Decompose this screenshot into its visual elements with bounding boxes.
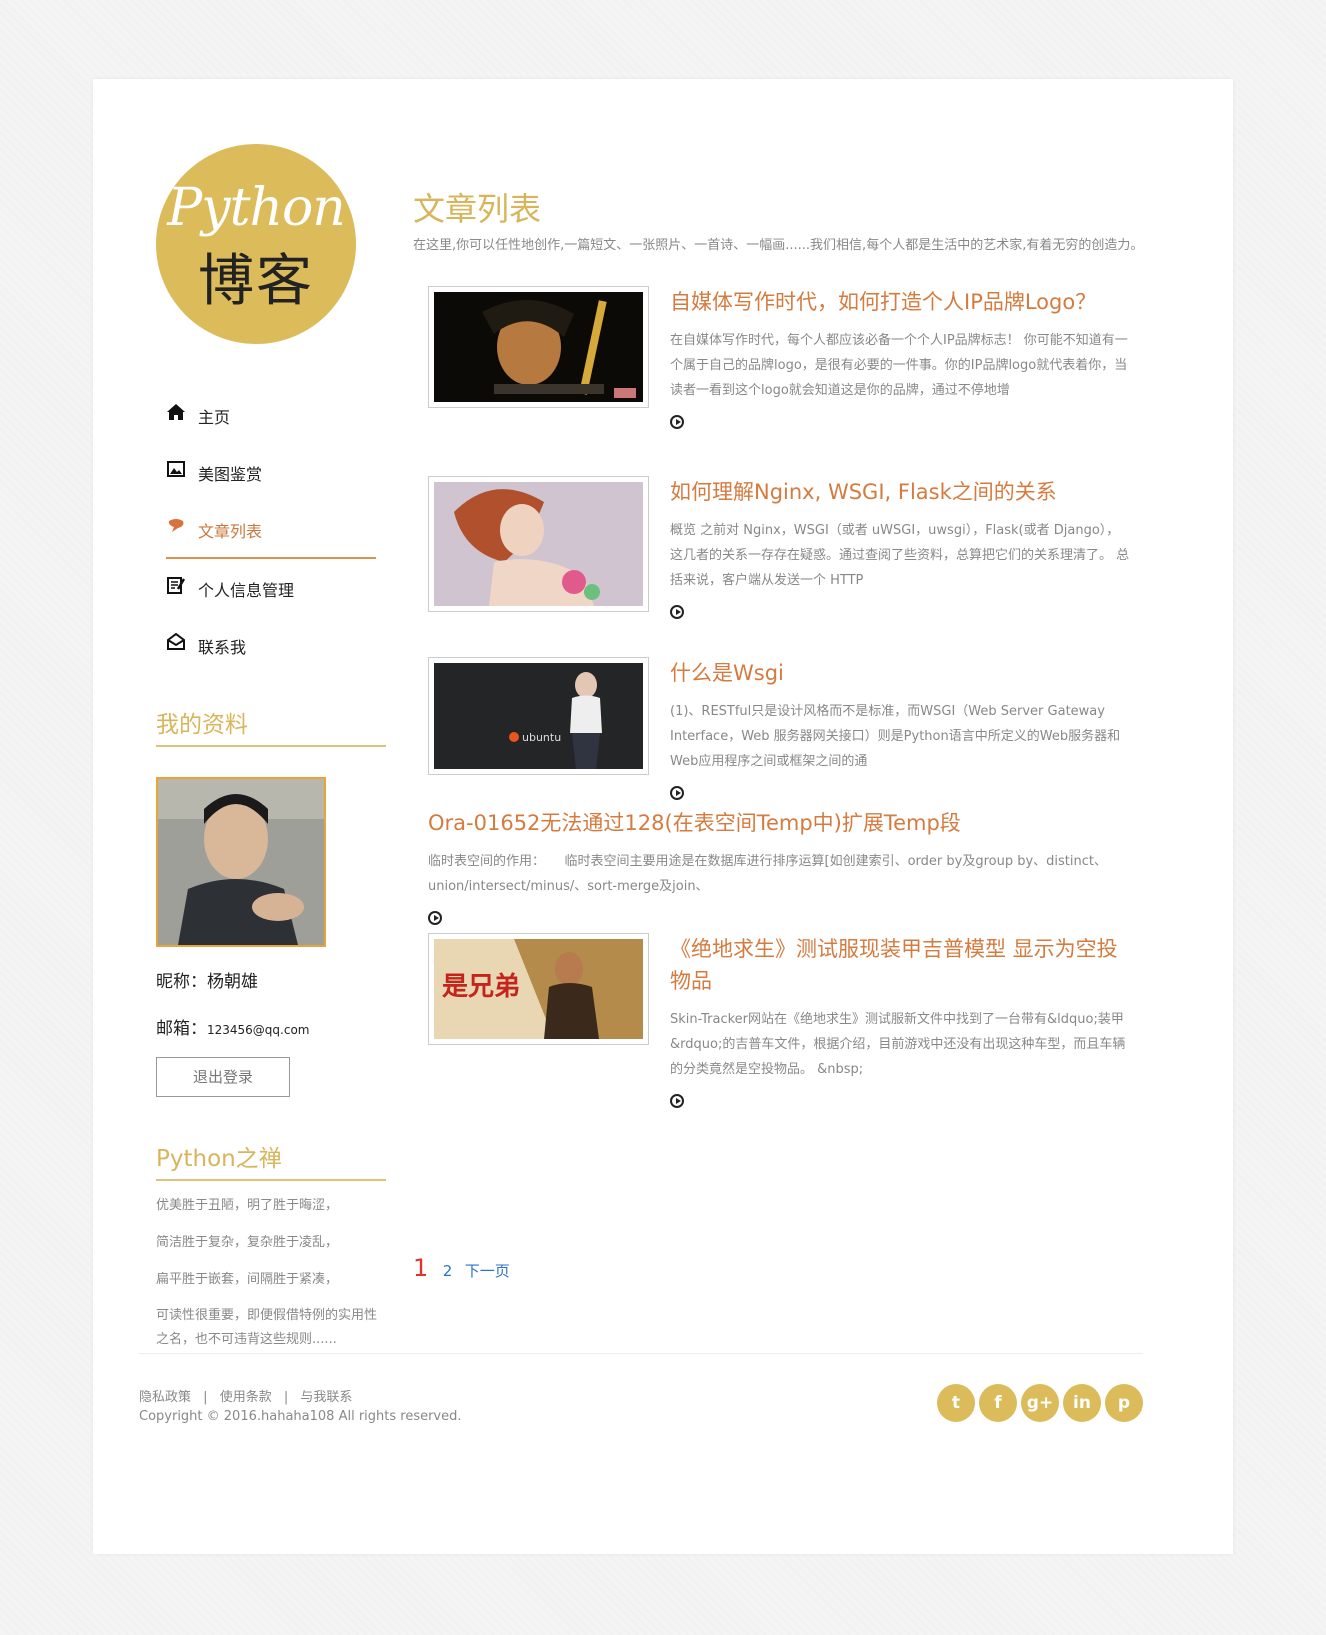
post-excerpt: Skin-Tracker网站在《绝地求生》测试服新文件中找到了一台带有&ldqu… — [670, 1012, 1126, 1077]
read-more-icon[interactable] — [670, 786, 684, 800]
post-image — [434, 292, 643, 402]
pagination: 1 2 下一页 — [413, 1254, 510, 1282]
page-title: 文章列表 — [413, 190, 542, 228]
post-thumbnail[interactable] — [428, 476, 649, 612]
nav-label-contact: 联系我 — [198, 638, 247, 657]
logo-cn-text: 博客 — [198, 249, 314, 314]
post-item: 自媒体写作时代，如何打造个人IP品牌Logo？ 在自媒体写作时代，每个人都应该必… — [413, 286, 1153, 476]
read-more-icon[interactable] — [428, 911, 442, 925]
post-excerpt: (1)、RESTful只是设计风格而不是标准，而WSGI（Web Server … — [670, 704, 1121, 769]
zen-section: Python之禅 优美胜于丑陋，明了胜于晦涩， 简洁胜于复杂，复杂胜于凌乱， 扁… — [156, 1139, 386, 1352]
footer: 隐私政策 | 使用条款 | 与我联系 Copyright © 2016.haha… — [139, 1353, 1143, 1424]
post-excerpt: 在自媒体写作时代，每个人都应该必备一个个人IP品牌标志！ 你可能不知道有一个属于… — [670, 333, 1128, 398]
nickname-label: 昵称： — [156, 972, 207, 992]
logo-script-text: Python — [167, 178, 346, 238]
footer-separator: | — [283, 1390, 289, 1405]
pager-page-2[interactable]: 2 — [443, 1262, 453, 1280]
logout-button[interactable]: 退出登录 — [156, 1057, 290, 1097]
email-row: 邮箱：123456@qq.com — [156, 1014, 386, 1039]
site-logo[interactable]: Python 博客 — [156, 144, 356, 344]
picture-icon — [167, 461, 185, 477]
social-links: t f g+ in p — [937, 1384, 1143, 1422]
post-title[interactable]: 自媒体写作时代，如何打造个人IP品牌Logo？ — [670, 286, 1130, 316]
post-image — [434, 482, 643, 606]
avatar-image — [158, 779, 324, 945]
pager-current: 1 — [413, 1254, 429, 1282]
post-excerpt: 概览 之前对 Nginx，WSGI（或者 uWSGI，uwsgi），Flask(… — [670, 523, 1130, 588]
nickname-value: 杨朝雄 — [207, 972, 258, 992]
nav-label-gallery: 美图鉴赏 — [198, 465, 263, 484]
nav-label-articles: 文章列表 — [198, 522, 263, 541]
read-more-icon[interactable] — [670, 415, 684, 429]
post-image: ubuntu — [434, 663, 643, 769]
post-thumbnail[interactable]: 是兄弟 — [428, 933, 649, 1045]
nickname-row: 昵称：杨朝雄 — [156, 967, 386, 992]
post-title[interactable]: 什么是Wsgi — [670, 657, 1130, 687]
post-title[interactable]: Ora-01652无法通过128(在表空间Temp中)扩展Temp段 — [428, 807, 1128, 837]
zen-line-2: 简洁胜于复杂，复杂胜于凌乱， — [156, 1235, 339, 1250]
post-image: 是兄弟 — [434, 939, 643, 1039]
edit-icon — [167, 577, 186, 594]
post-title[interactable]: 如何理解Nginx, WSGI, Flask之间的关系 — [670, 476, 1130, 506]
twitter-icon[interactable]: t — [937, 1384, 975, 1422]
facebook-icon[interactable]: f — [979, 1384, 1017, 1422]
footer-separator: | — [203, 1390, 208, 1405]
nav-item-profile[interactable]: 个人信息管理 — [166, 569, 376, 626]
page-intro: 在这里,你可以任性地创作,一篇短文、一张照片、一首诗、一幅画......我们相信… — [413, 238, 1144, 253]
nav-item-home[interactable]: 主页 — [166, 396, 376, 453]
nav-item-contact[interactable]: 联系我 — [166, 626, 376, 683]
chat-icon — [168, 519, 184, 532]
profile-avatar — [156, 777, 326, 947]
email-value: 123456@qq.com — [207, 1023, 310, 1037]
read-more-icon[interactable] — [670, 605, 684, 619]
zen-line-3: 扁平胜于嵌套，间隔胜于紧凑， — [156, 1272, 339, 1287]
ubuntu-text: ubuntu — [522, 731, 561, 744]
game-title-text: 是兄弟 — [442, 972, 520, 1002]
zen-heading: Python之禅 — [156, 1139, 386, 1181]
linkedin-icon[interactable]: in — [1063, 1384, 1101, 1422]
zen-line-1: 优美胜于丑陋，明了胜于晦涩， — [156, 1198, 339, 1213]
profile-heading: 我的资料 — [156, 705, 386, 747]
post-title[interactable]: 《绝地求生》测试服现装甲吉普模型 显示为空投物品 — [670, 933, 1130, 997]
main-nav: 主页 美图鉴赏 文章列表 个人信息管理 联系我 — [166, 396, 386, 683]
nav-item-articles[interactable]: 文章列表 — [166, 510, 376, 559]
zen-line-4: 可读性很重要，即便假借特例的实用性之名，也不可违背这些规则...... — [156, 1308, 378, 1347]
pager-next[interactable]: 下一页 — [465, 1262, 510, 1280]
envelope-icon — [167, 632, 185, 650]
main-content: 文章列表 在这里,你可以任性地创作,一篇短文、一张照片、一首诗、一幅画.....… — [413, 184, 1153, 1282]
home-icon — [167, 404, 185, 420]
post-thumbnail[interactable]: ubuntu — [428, 657, 649, 775]
nav-label-home: 主页 — [198, 408, 231, 427]
nav-label-profile: 个人信息管理 — [198, 581, 295, 600]
googleplus-icon[interactable]: g+ — [1021, 1384, 1059, 1422]
post-item: Ora-01652无法通过128(在表空间Temp中)扩展Temp段 临时表空间… — [413, 807, 1153, 933]
post-item: ubuntu 什么是Wsgi (1)、RESTful只是设计风格而不是标准，而W… — [413, 657, 1153, 807]
post-excerpt: 临时表空间的作用： 临时表空间主要用途是在数据库进行排序运算[如创建索引、ord… — [428, 854, 1107, 894]
footer-link-contact[interactable]: 与我联系 — [300, 1390, 352, 1405]
read-more-icon[interactable] — [670, 1094, 684, 1108]
email-label: 邮箱： — [156, 1019, 207, 1039]
footer-link-terms[interactable]: 使用条款 — [220, 1390, 272, 1405]
page-container: Python 博客 主页 美图鉴赏 文章列表 个人信息管理 联系我 我的资料 昵… — [93, 79, 1233, 1554]
post-item: 是兄弟 《绝地求生》测试服现装甲吉普模型 显示为空投物品 Skin-Tracke… — [413, 933, 1153, 1133]
pinterest-icon[interactable]: p — [1105, 1384, 1143, 1422]
post-thumbnail[interactable] — [428, 286, 649, 408]
footer-link-privacy[interactable]: 隐私政策 — [139, 1390, 191, 1405]
sidebar: Python 博客 主页 美图鉴赏 文章列表 个人信息管理 联系我 我的资料 昵… — [156, 144, 386, 1352]
nav-item-gallery[interactable]: 美图鉴赏 — [166, 453, 376, 510]
post-item: 如何理解Nginx, WSGI, Flask之间的关系 概览 之前对 Nginx… — [413, 476, 1153, 657]
